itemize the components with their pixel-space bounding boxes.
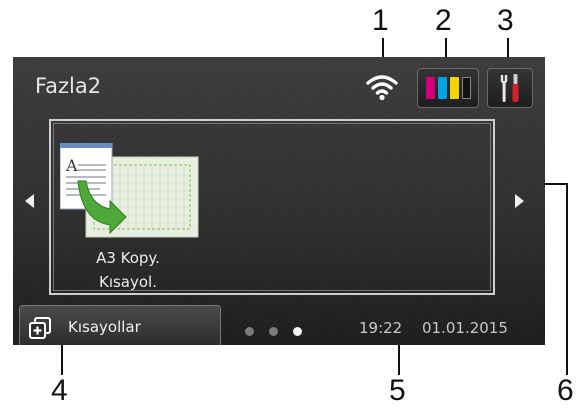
shortcuts-icon — [29, 317, 51, 339]
settings-button[interactable] — [487, 68, 533, 108]
ink-toner-button[interactable] — [417, 68, 479, 108]
a3-copy-icon[interactable]: A — [60, 143, 200, 243]
callout-3: 3 — [497, 4, 514, 37]
shortcut-label-line1: A3 Kopy. — [96, 249, 160, 267]
callout-5: 5 — [389, 374, 406, 407]
status-time: 19:22 — [359, 319, 403, 337]
status-date: 01.01.2015 — [422, 319, 508, 337]
page-dot-3[interactable] — [293, 327, 302, 336]
shortcuts-label: Kısayollar — [68, 318, 141, 336]
settings-tools-icon — [500, 74, 519, 102]
screen-title: Fazla2 — [35, 74, 102, 98]
page-dot-1[interactable] — [245, 327, 254, 336]
callout-2: 2 — [435, 4, 452, 37]
ink-bar-cyan — [438, 77, 447, 99]
shortcuts-button[interactable]: Kısayollar — [19, 305, 221, 345]
ink-bar-black — [462, 77, 471, 99]
wifi-icon[interactable] — [364, 72, 400, 102]
ink-bar-magenta — [426, 77, 435, 99]
leader-line-6b — [566, 183, 568, 375]
page-dot-2[interactable] — [269, 327, 278, 336]
device-screen: Fazla2 A A3 Kopy. Kısayol. Kısayollar 19… — [13, 57, 545, 345]
shortcut-label-line2: Kısayol. — [98, 273, 157, 291]
arrow-right-icon[interactable] — [515, 194, 524, 208]
callout-6: 6 — [557, 374, 574, 407]
callout-4: 4 — [51, 374, 68, 407]
callout-1: 1 — [372, 4, 389, 37]
svg-text:A: A — [65, 156, 78, 175]
ink-bar-yellow — [450, 77, 459, 99]
arrow-left-icon[interactable] — [25, 194, 34, 208]
